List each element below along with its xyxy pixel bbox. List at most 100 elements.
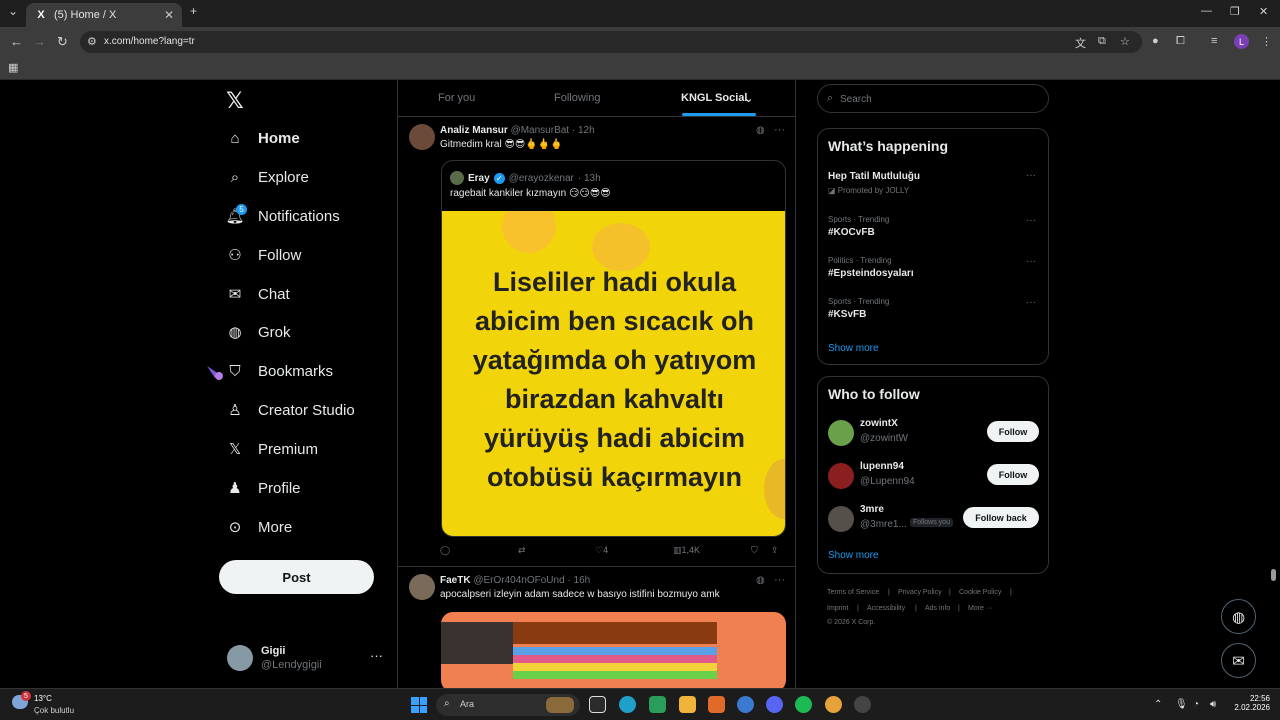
settings-icon[interactable] [737, 696, 754, 713]
more-dots-icon[interactable]: ··· [370, 648, 383, 663]
account-switcher[interactable]: Gigii @Lendygigii ··· [226, 642, 386, 678]
close-window-icon[interactable]: ✕ [1259, 5, 1268, 18]
share-icon[interactable]: ⇪ [771, 545, 779, 556]
avatar[interactable] [828, 506, 854, 532]
more-dots-icon[interactable]: ··· [774, 574, 785, 586]
grok-float-button[interactable]: ◍ [1221, 599, 1256, 634]
post-button[interactable]: Post [219, 560, 374, 594]
like-button[interactable]: ♡ 4 [595, 545, 608, 556]
footer-link[interactable]: Imprint [827, 605, 848, 612]
follow-button[interactable]: Follow [987, 421, 1039, 442]
install-app-icon[interactable]: ⧉ [1098, 35, 1106, 48]
apps-grid-icon[interactable]: ▦ [8, 61, 18, 74]
more-dots-icon[interactable]: ··· [1026, 297, 1036, 308]
post[interactable]: FaeTK @ErOr404nOFoUnd · 16h ◍ ··· apocal… [398, 567, 795, 688]
windows-start-icon[interactable] [411, 697, 427, 713]
nav-profile[interactable]: ♟ Profile [226, 476, 300, 500]
nav-creator-studio[interactable]: ♙ Creator Studio [226, 398, 354, 422]
suggested-user[interactable]: zowintX @zowintW Follow [818, 416, 1048, 452]
media-control-icon[interactable]: ≡ [1211, 35, 1217, 47]
post-time[interactable]: · 12h [572, 125, 595, 136]
footer-link[interactable]: Privacy Policy [898, 589, 942, 596]
footer-link[interactable]: Cookie Policy [959, 589, 1001, 596]
nav-follow[interactable]: ⚇ Follow [226, 243, 301, 267]
avatar[interactable] [828, 420, 854, 446]
tray-chevron-icon[interactable]: ⌃ [1154, 699, 1162, 710]
nav-explore[interactable]: ⌕ Explore [226, 165, 309, 189]
volume-icon[interactable]: 🔊︎ [1210, 699, 1216, 710]
nav-chat[interactable]: ✉ Chat [226, 282, 290, 306]
task-view-icon[interactable] [589, 696, 606, 713]
nav-home[interactable]: ⌂ Home [226, 126, 299, 150]
repost-icon[interactable]: ⇄ [518, 545, 526, 556]
search-input[interactable] [840, 90, 1040, 108]
nav-bookmarks[interactable]: ⛉ Bookmarks [226, 359, 333, 383]
user-name[interactable]: lupenn94 [860, 461, 904, 472]
footer-link[interactable]: Terms of Service [827, 589, 879, 596]
new-tab-icon[interactable]: + [190, 4, 197, 18]
restore-icon[interactable]: ❐ [1230, 5, 1240, 18]
extensions-icon[interactable]: ⧠ [1176, 35, 1185, 48]
tab-following[interactable]: Following [554, 92, 600, 104]
footer-link[interactable]: More ··· [968, 605, 993, 612]
footer-link[interactable]: Ads info [925, 605, 950, 612]
back-icon[interactable]: ← [10, 34, 23, 49]
follow-button[interactable]: Follow [987, 464, 1039, 485]
search-box[interactable]: ⌕ [817, 84, 1049, 113]
avatar[interactable] [828, 463, 854, 489]
file-explorer-icon[interactable] [679, 696, 696, 713]
site-info-icon[interactable]: ⚙ [87, 35, 97, 48]
suggested-user[interactable]: lupenn94 @Lupenn94 Follow [818, 459, 1048, 495]
grok-icon[interactable]: ◍ [756, 575, 765, 586]
quoted-post[interactable]: Eray ✓ @erayozkenar · 13h ragebait kanki… [441, 160, 786, 537]
spotify-icon[interactable] [795, 696, 812, 713]
tab-search-icon[interactable]: ⌄ [8, 4, 18, 18]
tab-kngl-social[interactable]: KNGL Social [681, 92, 747, 104]
trend-name[interactable]: #KOCvFB [828, 227, 875, 238]
follow-back-button[interactable]: Follow back [963, 507, 1039, 528]
post-author-name[interactable]: FaeTK [440, 575, 471, 586]
reply-icon[interactable]: ◯ [440, 545, 450, 556]
post-time[interactable]: · 16h [567, 575, 590, 586]
post-author-handle[interactable]: @MansurBat [511, 125, 570, 136]
taskbar-search[interactable]: ⌕ Ara [436, 694, 580, 716]
trend-name[interactable]: #KSvFB [828, 309, 866, 320]
tab-for-you[interactable]: For you [438, 92, 475, 104]
trend-name[interactable]: #Epsteindosyaları [828, 268, 914, 279]
reload-icon[interactable]: ↻ [57, 34, 68, 50]
game-screenshot-image[interactable] [441, 612, 786, 688]
post-author-handle[interactable]: @ErOr404nOFoUnd [473, 575, 564, 586]
discord-icon[interactable] [766, 696, 783, 713]
forward-icon[interactable]: → [33, 34, 46, 49]
bookmark-icon[interactable]: ⛉ [751, 545, 758, 556]
menu-icon[interactable]: ⋮ [1261, 35, 1272, 48]
chrome-icon[interactable] [825, 696, 842, 713]
wifi-icon[interactable]: ◔ [1193, 699, 1199, 710]
app-icon[interactable] [708, 696, 725, 713]
nav-more[interactable]: ⊙ More [226, 515, 292, 539]
bookmark-star-icon[interactable]: ☆ [1120, 35, 1130, 48]
more-dots-icon[interactable]: ··· [1026, 170, 1036, 181]
extension-avatar-icon[interactable]: ● [1152, 35, 1159, 47]
avatar[interactable] [409, 124, 435, 150]
show-more-link[interactable]: Show more [828, 343, 879, 354]
post-author-name[interactable]: Analiz Mansur [440, 125, 508, 136]
footer-link[interactable]: Accessibility [867, 605, 905, 612]
user-name[interactable]: 3mre [860, 504, 884, 515]
views-button[interactable]: ▥ 1,4K [673, 545, 700, 556]
close-tab-icon[interactable]: ✕ [164, 8, 174, 22]
address-bar[interactable]: ⚙ x.com/home?lang=tr 文 ⧉ ☆ [80, 31, 1142, 53]
avatar[interactable] [409, 574, 435, 600]
scrollbar[interactable] [1271, 569, 1276, 581]
more-dots-icon[interactable]: ··· [1026, 256, 1036, 267]
microphone-icon[interactable]: 🎙︎ [1175, 699, 1188, 710]
show-more-link[interactable]: Show more [828, 550, 879, 561]
nav-premium[interactable]: 𝕏 Premium [226, 437, 318, 461]
user-name[interactable]: zowintX [860, 418, 898, 429]
chevron-down-icon[interactable]: ⌄ [744, 92, 753, 105]
steam-icon[interactable] [854, 696, 871, 713]
system-clock[interactable]: 22:56 2.02.2026 [1224, 694, 1270, 712]
browser-tab[interactable]: X (5) Home / X ✕ [26, 3, 182, 27]
profile-avatar-icon[interactable]: L [1234, 34, 1249, 49]
post[interactable]: Analiz Mansur @MansurBat · 12h ◍ ··· Git… [398, 117, 795, 567]
